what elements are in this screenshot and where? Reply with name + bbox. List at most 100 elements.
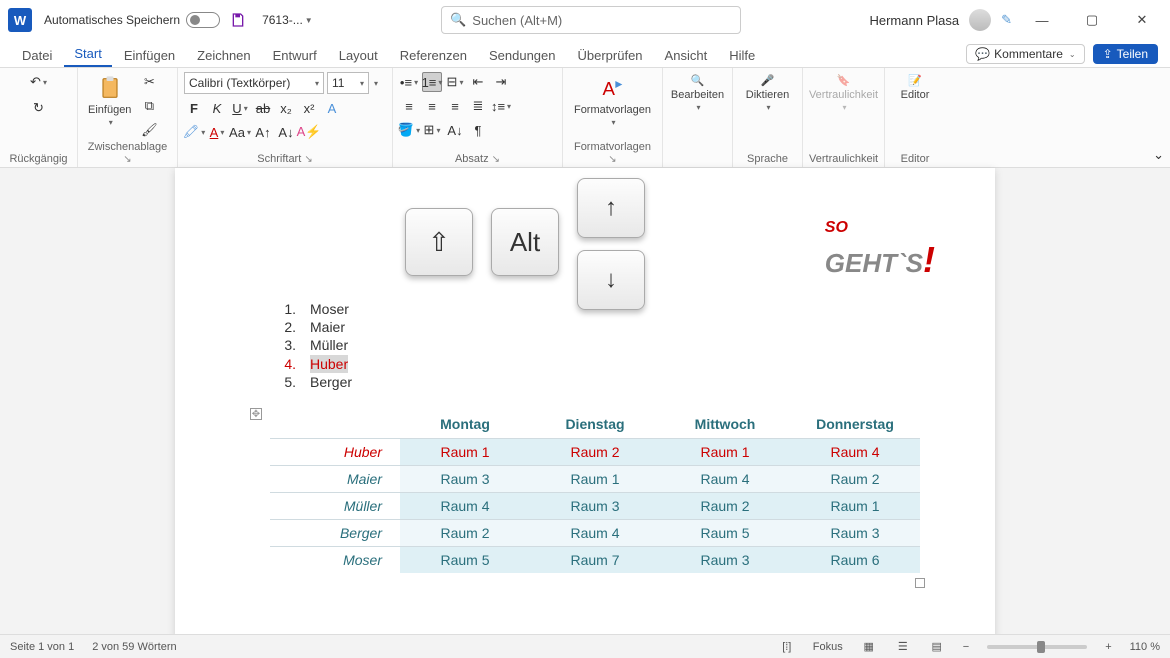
word-count[interactable]: 2 von 59 Wörtern — [92, 641, 176, 653]
grow-font-button[interactable]: A↑ — [253, 122, 273, 142]
font-color-button[interactable]: A▾ — [207, 122, 227, 142]
align-left-button[interactable]: ≡ — [399, 96, 419, 116]
sensitivity-button[interactable]: 🔖 Vertraulichkeit ▾ — [809, 72, 878, 114]
autosave-toggle[interactable]: Automatisches Speichern — [44, 12, 220, 28]
page-indicator[interactable]: Seite 1 von 1 — [10, 641, 74, 653]
doc-name-dropdown-icon[interactable]: ▼ — [305, 16, 313, 25]
tab-referenzen[interactable]: Referenzen — [390, 44, 477, 67]
focus-mode-button[interactable]: [⁞] — [779, 639, 795, 655]
tab-start[interactable]: Start — [64, 42, 111, 67]
comments-label: Kommentare — [994, 47, 1063, 61]
group-font: Calibri (Textkörper)▾ 11▾ ▾ F K U▾ ab x₂… — [178, 68, 393, 167]
styles-button[interactable]: A Formatvorlagen ▾ — [569, 72, 656, 129]
close-button[interactable]: ✕ — [1122, 5, 1162, 35]
chevron-down-icon[interactable]: ▾ — [374, 79, 378, 88]
borders-button[interactable]: ⊞▾ — [422, 120, 442, 140]
launcher-icon[interactable]: ↘ — [608, 154, 616, 165]
table-resize-handle-icon[interactable] — [915, 578, 925, 588]
line-spacing-button[interactable]: ↕≡▾ — [491, 96, 511, 116]
editor-icon: 📝 — [908, 74, 922, 87]
underline-button[interactable]: U▾ — [230, 98, 250, 118]
justify-button[interactable]: ≣ — [468, 96, 488, 116]
read-mode-icon[interactable]: ▦ — [861, 639, 877, 655]
redo-button[interactable]: ↻ — [29, 98, 49, 118]
toggle-icon[interactable] — [186, 12, 220, 28]
tab-sendungen[interactable]: Sendungen — [479, 44, 566, 67]
editor-button[interactable]: 📝 Editor — [891, 72, 939, 103]
user-name: Hermann Plasa — [869, 13, 959, 28]
copy-button[interactable]: ⧉ — [139, 96, 159, 116]
styles-btn-label: Formatvorlagen — [574, 104, 651, 116]
font-name-select[interactable]: Calibri (Textkörper)▾ — [184, 72, 324, 94]
shift-key-icon: ⇧ — [405, 208, 473, 276]
launcher-icon[interactable]: ↘ — [492, 154, 500, 165]
zoom-slider[interactable] — [987, 645, 1087, 649]
highlight-button[interactable]: 🖍▾ — [184, 122, 204, 142]
tab-ansicht[interactable]: Ansicht — [655, 44, 718, 67]
format-painter-button[interactable]: 🖌 — [139, 120, 159, 140]
strike-button[interactable]: ab — [253, 98, 273, 118]
print-layout-icon[interactable]: ☰ — [895, 639, 911, 655]
tab-einfuegen[interactable]: Einfügen — [114, 44, 185, 67]
tab-layout[interactable]: Layout — [329, 44, 388, 67]
launcher-icon[interactable]: ↘ — [123, 154, 131, 165]
dictate-label: Diktieren — [746, 89, 789, 101]
superscript-button[interactable]: x² — [299, 98, 319, 118]
clear-format-button[interactable]: A⚡ — [299, 122, 319, 142]
document-name[interactable]: 7613-... — [262, 13, 303, 27]
paste-button[interactable]: Einfügen ▾ — [84, 72, 135, 129]
align-center-button[interactable]: ≡ — [422, 96, 442, 116]
edit-button[interactable]: 🔍 Bearbeiten ▾ — [669, 72, 726, 114]
key-illustration: ⇧ Alt ↑ ↓ — [405, 178, 645, 310]
bold-button[interactable]: F — [184, 98, 204, 118]
group-paragraph: •≡▾ 1≡▾ ⊟▾ ⇤ ⇥ ≡ ≡ ≡ ≣ ↕≡▾ 🪣▾ ⊞▾ A↓ ¶ Ab… — [393, 68, 563, 167]
subscript-button[interactable]: x₂ — [276, 98, 296, 118]
increase-indent-button[interactable]: ⇥ — [491, 72, 511, 92]
dictate-button[interactable]: 🎤 Diktieren ▾ — [739, 72, 796, 114]
change-case-button[interactable]: Aa▾ — [230, 122, 250, 142]
clipboard-group-label: Zwischenablage ↘ — [84, 141, 171, 165]
list-item: 2.Maier — [280, 318, 352, 336]
cut-button[interactable]: ✂ — [139, 72, 159, 92]
italic-button[interactable]: K — [207, 98, 227, 118]
numbering-button[interactable]: 1≡▾ — [422, 72, 442, 92]
zoom-level[interactable]: 110 % — [1130, 641, 1160, 653]
document-page[interactable]: ⇧ Alt ↑ ↓ SO GEHT`S! 1.Moser 2.Maier 3.M… — [175, 168, 995, 638]
tab-hilfe[interactable]: Hilfe — [719, 44, 765, 67]
focus-label[interactable]: Fokus — [813, 641, 843, 653]
tab-ueberpruefen[interactable]: Überprüfen — [568, 44, 653, 67]
search-placeholder: Suchen (Alt+M) — [472, 13, 562, 28]
bullets-button[interactable]: •≡▾ — [399, 72, 419, 92]
multilevel-button[interactable]: ⊟▾ — [445, 72, 465, 92]
font-size-select[interactable]: 11▾ — [327, 72, 369, 94]
avatar[interactable] — [969, 9, 991, 31]
comments-button[interactable]: 💬 Kommentare ⌄ — [966, 44, 1084, 64]
table-move-handle-icon[interactable]: ✥ — [250, 408, 262, 420]
zoom-out-button[interactable]: − — [963, 641, 969, 653]
search-input[interactable]: 🔍 Suchen (Alt+M) — [441, 6, 741, 34]
tab-datei[interactable]: Datei — [12, 44, 62, 67]
sort-button[interactable]: A↓ — [445, 120, 465, 140]
text-effects-button[interactable]: A — [322, 98, 342, 118]
search-icon: 🔍 — [450, 12, 466, 28]
shrink-font-button[interactable]: A↓ — [276, 122, 296, 142]
decrease-indent-button[interactable]: ⇤ — [468, 72, 488, 92]
align-right-button[interactable]: ≡ — [445, 96, 465, 116]
zoom-in-button[interactable]: + — [1105, 641, 1111, 653]
share-button[interactable]: ⇪ Teilen — [1093, 44, 1158, 64]
schedule-table[interactable]: Montag Dienstag Mittwoch Donnerstag Hube… — [270, 410, 920, 573]
save-icon[interactable] — [230, 12, 246, 28]
collapse-ribbon-icon[interactable]: ⌄ — [1153, 147, 1164, 163]
undo-button[interactable]: ↶▾ — [29, 72, 49, 92]
minimize-button[interactable]: — — [1022, 5, 1062, 35]
pen-icon[interactable]: ✎ — [1001, 12, 1012, 28]
launcher-icon[interactable]: ↘ — [304, 154, 312, 165]
group-sensitivity: 🔖 Vertraulichkeit ▾ Vertraulichkeit — [803, 68, 885, 167]
shading-button[interactable]: 🪣▾ — [399, 120, 419, 140]
tab-zeichnen[interactable]: Zeichnen — [187, 44, 260, 67]
maximize-button[interactable]: ▢ — [1072, 5, 1112, 35]
tab-entwurf[interactable]: Entwurf — [263, 44, 327, 67]
numbered-list[interactable]: 1.Moser 2.Maier 3.Müller 4.Huber 5.Berge… — [280, 300, 352, 391]
web-layout-icon[interactable]: ▤ — [929, 639, 945, 655]
show-marks-button[interactable]: ¶ — [468, 120, 488, 140]
